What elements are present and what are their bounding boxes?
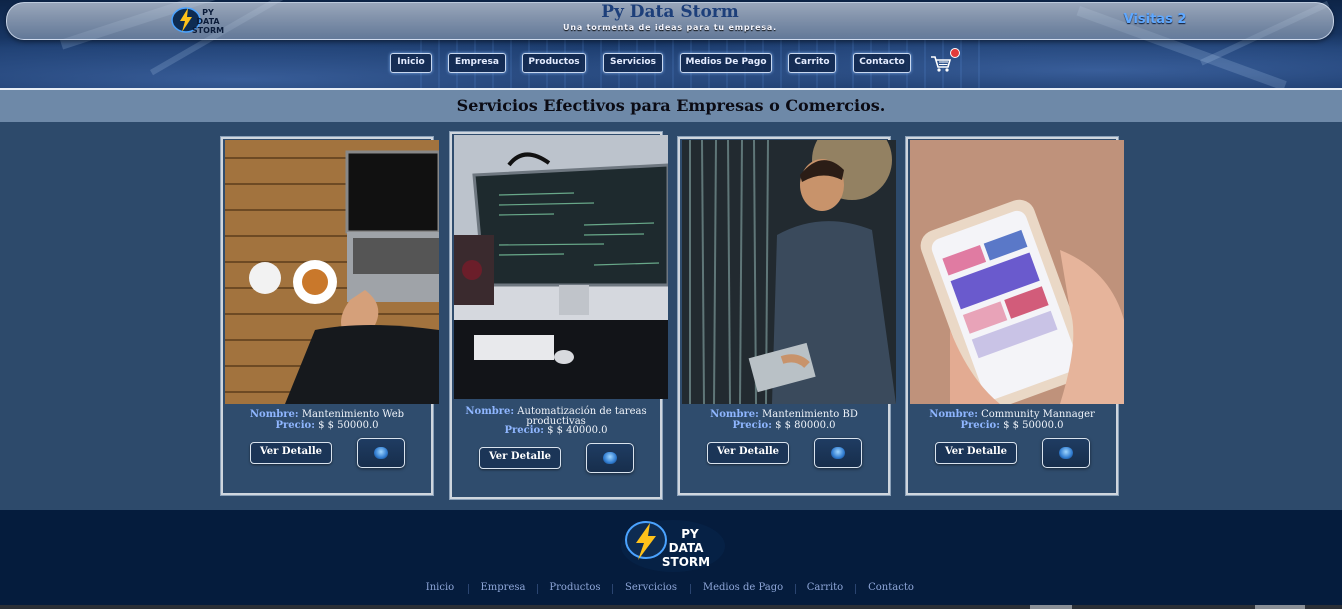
service-name-4: Nombre: Community Mannager	[908, 410, 1116, 420]
service-card-3: Nombre: Mantenimiento BD Precio: $ $ 800…	[678, 137, 896, 495]
price-label: Precio:	[960, 420, 1000, 431]
ver-detalle-button-2[interactable]: Ver Detalle	[479, 447, 561, 469]
site-logo-text-py: PY	[202, 8, 214, 17]
nav-inicio[interactable]: Inicio	[390, 53, 432, 73]
footer-link-empresa[interactable]: Empresa	[478, 582, 528, 593]
service-image-3	[682, 140, 896, 404]
scroll-indicator[interactable]	[1030, 605, 1072, 609]
service-card-4: Nombre: Community Mannager Precio: $ $ 5…	[906, 137, 1124, 495]
site-header: PY DATA STORM Py Data Storm Una tormenta…	[0, 0, 1342, 88]
cart-icon	[1059, 447, 1073, 459]
service-name-2: Nombre: Automatización de tareas product…	[452, 407, 660, 427]
price-label: Precio:	[275, 420, 315, 431]
service-price-4: Precio: $ $ 50000.0	[908, 421, 1116, 431]
add-to-cart-button-4[interactable]	[1042, 438, 1090, 468]
services-heading-band: Servicios Efectivos para Empresas o Come…	[0, 88, 1342, 122]
add-to-cart-button-2[interactable]	[586, 443, 634, 473]
service-card-1: Nombre: Mantenimiento Web Precio: $ $ 50…	[221, 137, 439, 495]
name-label: Nombre:	[929, 409, 978, 420]
footer-divider	[537, 584, 538, 594]
ver-detalle-button-1[interactable]: Ver Detalle	[250, 442, 332, 464]
name-value: Mantenimiento BD	[762, 409, 858, 420]
site-tagline: Una tormenta de ideas para tu empresa.	[563, 23, 777, 32]
name-label: Nombre:	[249, 409, 299, 420]
footer-link-carrito[interactable]: Carrito	[805, 582, 845, 593]
service-name-1: Nombre: Mantenimiento Web	[223, 410, 431, 420]
cart-icon	[603, 452, 617, 464]
footer-divider	[612, 584, 613, 594]
service-image-4	[910, 140, 1124, 404]
nav-servicios[interactable]: Servicios	[603, 53, 663, 73]
price-label: Precio:	[504, 425, 544, 436]
nav-medios-de-pago[interactable]: Medios De Pago	[680, 53, 772, 73]
nav-empresa[interactable]: Empresa	[448, 53, 506, 73]
cart-icon	[831, 447, 845, 459]
ver-detalle-button-3[interactable]: Ver Detalle	[707, 442, 789, 464]
footer-divider	[855, 584, 856, 594]
service-image-2	[454, 135, 668, 399]
browser-bottom-strip	[0, 605, 1342, 609]
footer-nav: Inicio Empresa Productos Servcicios Medi…	[0, 582, 1342, 598]
site-logo-text-data: DATA	[196, 17, 220, 26]
price-value: $ $ 40000.0	[547, 425, 608, 436]
add-to-cart-button-3[interactable]	[814, 438, 862, 468]
footer-divider	[468, 584, 469, 594]
service-card-2: Nombre: Automatización de tareas product…	[450, 132, 668, 499]
price-value: $ $ 50000.0	[1003, 420, 1064, 431]
name-label: Nombre:	[465, 406, 515, 417]
footer-logo-text-storm: STORM	[662, 555, 710, 569]
name-value: Community Mannager	[981, 409, 1095, 420]
service-price-3: Precio: $ $ 80000.0	[680, 421, 888, 431]
main-nav: Inicio Empresa Productos Servicios Medio…	[0, 52, 1342, 76]
name-value: Automatización de tareas productivas	[517, 406, 647, 427]
footer-link-servicios[interactable]: Servcicios	[622, 582, 680, 593]
service-name-3: Nombre: Mantenimiento BD	[680, 410, 888, 420]
site-footer: PY DATA STORM Inicio Empresa Productos S…	[0, 510, 1342, 605]
scroll-indicator[interactable]	[1255, 605, 1305, 609]
site-logo-text-storm: STORM	[192, 26, 224, 35]
name-label: Nombre:	[710, 409, 759, 420]
footer-logo[interactable]: PY DATA STORM	[618, 518, 728, 576]
add-to-cart-button-1[interactable]	[357, 438, 405, 468]
price-value: $ $ 80000.0	[775, 420, 836, 431]
nav-carrito[interactable]: Carrito	[788, 53, 836, 73]
cart-icon[interactable]	[930, 55, 952, 73]
name-value: Mantenimiento Web	[301, 409, 405, 420]
footer-link-contacto[interactable]: Contacto	[865, 582, 917, 593]
footer-divider	[795, 584, 796, 594]
price-value: $ $ 50000.0	[318, 420, 379, 431]
service-price-1: Precio: $ $ 50000.0	[223, 421, 431, 431]
cart-icon	[374, 447, 388, 459]
ver-detalle-button-4[interactable]: Ver Detalle	[935, 442, 1017, 464]
footer-logo-text-py: PY	[681, 527, 699, 541]
nav-productos[interactable]: Productos	[522, 53, 586, 73]
service-price-2: Precio: $ $ 40000.0	[452, 426, 660, 436]
footer-divider	[690, 584, 691, 594]
footer-link-medios-de-pago[interactable]: Medios de Pago	[700, 582, 786, 593]
service-image-1	[225, 140, 439, 404]
cart-count-badge	[950, 48, 960, 58]
services-heading: Servicios Efectivos para Empresas o Come…	[456, 96, 886, 115]
footer-link-inicio[interactable]: Inicio	[420, 582, 460, 593]
site-title: Py Data Storm	[601, 2, 739, 22]
price-label: Precio:	[732, 420, 772, 431]
nav-contacto[interactable]: Contacto	[853, 53, 911, 73]
footer-logo-text-data: DATA	[669, 541, 705, 555]
footer-link-productos[interactable]: Productos	[547, 582, 603, 593]
site-logo[interactable]: PY DATA STORM	[168, 4, 228, 36]
visits-counter: Visitas 2	[1123, 12, 1187, 27]
